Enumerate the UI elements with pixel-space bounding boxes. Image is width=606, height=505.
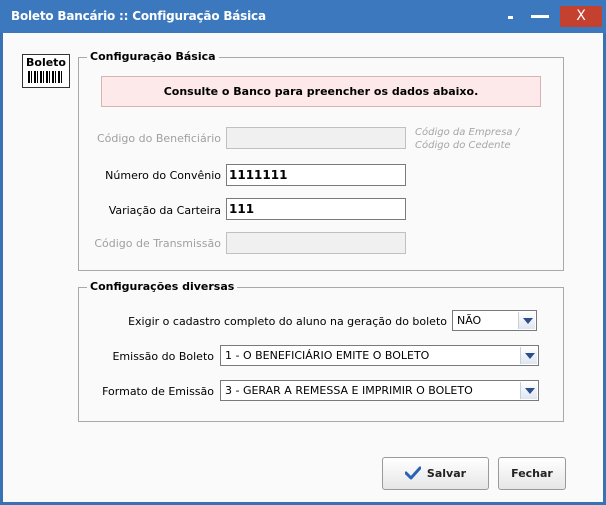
formato-emissao-label: Formato de Emissão <box>102 385 214 398</box>
minimize-button[interactable] <box>527 6 553 27</box>
title-bar[interactable]: Boleto Bancário :: Configuração Básica X <box>0 0 606 33</box>
formato-emissao-select[interactable]: 3 - GERAR A REMESSA E IMPRIMIR O BOLETO <box>220 380 539 401</box>
misc-config-legend: Configurações diversas <box>87 280 238 293</box>
exigir-cadastro-value: NÃO <box>457 314 482 327</box>
boleto-logo-text: Boleto <box>26 56 66 69</box>
numero-convenio-label: Número do Convênio <box>105 169 221 182</box>
codigo-hint-line1: Código da Empresa / <box>415 127 520 138</box>
codigo-beneficiario-field[interactable] <box>226 127 406 149</box>
formato-emissao-value: 3 - GERAR A REMESSA E IMPRIMIR O BOLETO <box>225 384 473 397</box>
check-icon <box>404 466 421 479</box>
variacao-carteira-field[interactable]: 111 <box>226 198 406 220</box>
variacao-carteira-label: Variação da Carteira <box>108 204 221 217</box>
codigo-beneficiario-label: Código do Beneficiário <box>96 132 221 145</box>
codigo-hint-line2: Código do Cedente <box>415 140 511 151</box>
close-window-button[interactable]: X <box>560 6 602 27</box>
codigo-transmissao-label: Código de Transmissão <box>94 237 221 250</box>
emissao-boleto-select[interactable]: 1 - O BENEFICIÁRIO EMITE O BOLETO <box>220 345 539 366</box>
barcode-icon <box>28 71 64 83</box>
chevron-down-icon[interactable] <box>520 347 537 364</box>
save-button-label: Salvar <box>426 467 467 480</box>
codigo-transmissao-field[interactable] <box>226 232 406 254</box>
close-icon: X <box>576 8 586 24</box>
notice-banner: Consulte o Banco para preencher os dados… <box>101 76 541 107</box>
emissao-boleto-value: 1 - O BENEFICIÁRIO EMITE O BOLETO <box>225 349 430 362</box>
close-button[interactable]: Fechar <box>498 457 566 490</box>
codigo-hint: Código da Empresa / Código do Cedente <box>415 126 519 152</box>
exigir-cadastro-select[interactable]: NÃO <box>452 310 537 331</box>
chevron-down-icon[interactable] <box>518 312 535 329</box>
minimize-small-button[interactable] <box>500 6 522 27</box>
boleto-logo: Boleto <box>22 54 70 88</box>
exigir-cadastro-label: Exigir o cadastro completo do aluno na g… <box>128 315 447 328</box>
numero-convenio-field[interactable]: 1111111 <box>226 164 406 186</box>
chevron-down-icon[interactable] <box>520 382 537 399</box>
dialog-window: Boleto Bancário :: Configuração Básica X… <box>0 0 606 505</box>
basic-config-legend: Configuração Básica <box>87 50 219 63</box>
dialog-body: Boleto Configuração Básica Consulte o Ba… <box>3 33 603 502</box>
emissao-boleto-label: Emissão do Boleto <box>112 350 214 363</box>
save-button[interactable]: Salvar <box>382 457 489 490</box>
close-button-label: Fechar <box>511 467 553 480</box>
window-title: Boleto Bancário :: Configuração Básica <box>11 9 266 23</box>
